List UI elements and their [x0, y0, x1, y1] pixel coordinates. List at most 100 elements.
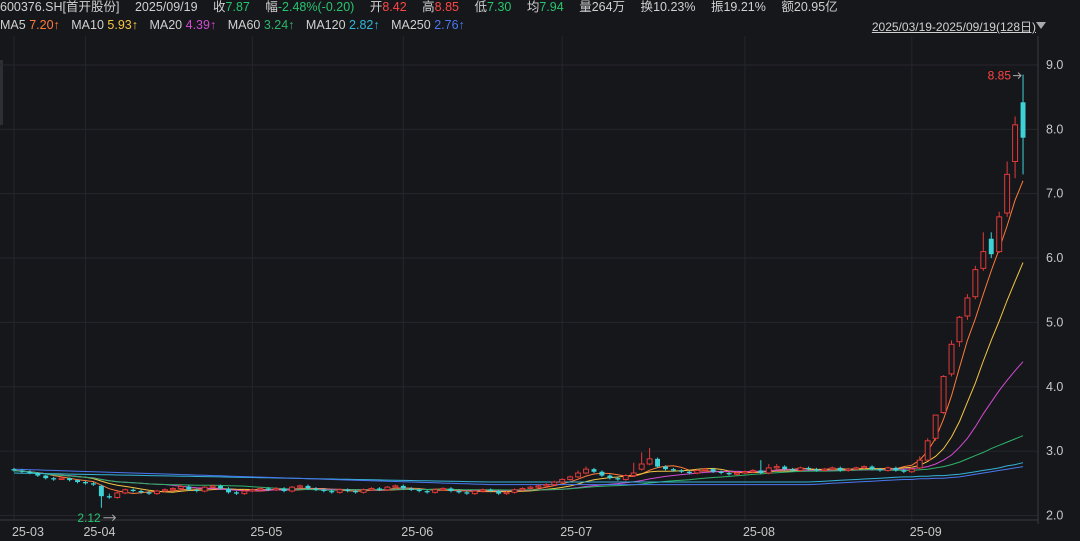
- candle: [924, 438, 931, 461]
- candle-body: [845, 468, 852, 471]
- candle: [289, 485, 296, 493]
- candle-body: [233, 492, 239, 494]
- y-tick-label: 8.0: [1046, 122, 1063, 136]
- candle-body: [702, 468, 709, 471]
- min-price-label: 2.12: [77, 511, 101, 525]
- candle: [964, 294, 971, 320]
- candle-body: [249, 489, 256, 492]
- candle-body: [646, 458, 653, 465]
- candle-body: [710, 469, 716, 472]
- candle: [996, 211, 1003, 253]
- candle-body: [655, 458, 661, 467]
- candle-body: [551, 481, 558, 486]
- candle-body: [806, 467, 811, 470]
- y-tick-label: 6.0: [1046, 251, 1063, 265]
- candle-body: [273, 487, 280, 491]
- candle-body: [186, 486, 192, 490]
- candle-body: [496, 491, 502, 494]
- candle-body: [281, 488, 287, 492]
- y-tick-label: 7.0: [1046, 187, 1063, 201]
- candles: [11, 74, 1026, 508]
- candle: [940, 375, 947, 414]
- candle-body: [813, 469, 819, 471]
- candle-body: [916, 459, 923, 469]
- candle-body: [114, 492, 121, 498]
- candle-body: [218, 485, 224, 489]
- candle-body: [1012, 124, 1019, 163]
- candle: [980, 232, 987, 271]
- candle-body: [758, 470, 764, 474]
- candle-body: [535, 485, 542, 488]
- y-tick-label: 9.0: [1046, 58, 1063, 72]
- candle: [646, 447, 653, 466]
- candle-body: [559, 478, 566, 483]
- candle-body: [321, 489, 327, 492]
- candle: [106, 493, 112, 499]
- candle: [948, 340, 955, 377]
- candle-body: [607, 475, 613, 479]
- candle: [201, 485, 208, 493]
- x-tick-label: 25-07: [560, 525, 592, 539]
- candle-body: [201, 486, 208, 492]
- candle-body: [567, 476, 574, 480]
- candle-body: [400, 485, 406, 489]
- candle: [829, 466, 836, 471]
- candle-body: [511, 489, 518, 493]
- candle: [313, 487, 319, 492]
- candle-body: [146, 492, 152, 494]
- candle-body: [527, 486, 534, 489]
- candle-body: [622, 475, 629, 480]
- candle: [98, 484, 104, 508]
- candle: [988, 232, 994, 259]
- candle-body: [67, 478, 73, 481]
- candle-body: [479, 489, 486, 492]
- candle-body: [289, 486, 296, 492]
- candle-body: [424, 491, 430, 493]
- candle-body: [345, 489, 351, 492]
- candle-body: [575, 472, 582, 478]
- candle-body: [591, 469, 597, 472]
- candle-body: [932, 414, 939, 439]
- candle-body: [194, 489, 200, 492]
- candle-body: [471, 490, 478, 495]
- max-price-label: 8.85: [988, 69, 1012, 83]
- candle-body: [98, 485, 104, 497]
- candle: [758, 460, 764, 475]
- candle-body: [154, 490, 160, 495]
- candle: [177, 484, 184, 490]
- candle: [464, 491, 470, 495]
- candle-body: [615, 478, 621, 480]
- candle: [1012, 116, 1019, 179]
- candle: [1004, 161, 1011, 217]
- candle: [43, 474, 49, 480]
- arrow-right-icon: [1013, 72, 1022, 79]
- candle-body: [670, 469, 676, 471]
- candle-body: [877, 469, 883, 471]
- candle-body: [19, 470, 25, 472]
- candle-body: [161, 489, 168, 492]
- candle-body: [464, 492, 470, 494]
- candle-body: [782, 466, 788, 470]
- annotations: 8.85 2.12: [77, 69, 1022, 525]
- candle-body: [329, 491, 335, 493]
- candle-body: [177, 486, 184, 489]
- candle: [630, 462, 637, 477]
- candle-body: [226, 488, 231, 493]
- candle: [448, 487, 454, 493]
- candle-body: [368, 487, 375, 491]
- candlestick-chart[interactable]: 9.0 8.0 7.0 6.0 5.0 4.0 3.0 2.0 25-03 25-04 25-05…: [0, 0, 1080, 541]
- candle-body: [11, 469, 17, 471]
- y-tick-label: 3.0: [1046, 444, 1063, 458]
- candle: [599, 470, 605, 477]
- y-tick-label: 4.0: [1046, 380, 1063, 394]
- candle: [51, 476, 57, 481]
- candle-body: [336, 489, 343, 493]
- x-tick-label: 25-03: [12, 525, 44, 539]
- candle-body: [797, 467, 804, 471]
- candle-body: [948, 343, 955, 375]
- candle-body: [869, 466, 875, 470]
- candle: [773, 464, 780, 470]
- candle-body: [749, 469, 756, 473]
- candle-body: [599, 471, 605, 476]
- candle-body: [638, 463, 645, 470]
